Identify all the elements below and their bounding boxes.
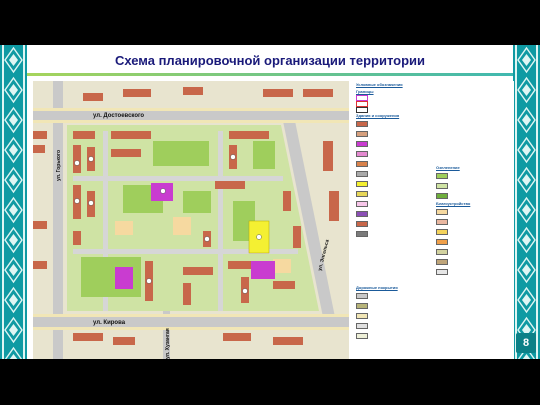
- road-dostoevsky: [33, 111, 349, 120]
- legend-greening-swatches: [436, 173, 451, 203]
- legend-section-coverings: Дорожные покрытия: [356, 285, 398, 290]
- page-number-badge: 8: [516, 333, 536, 353]
- legend-covering-swatches: [356, 293, 371, 343]
- page-title: Схема планировочной организации территор…: [114, 53, 426, 68]
- legend-section-improvement: Благоустройство: [436, 201, 471, 206]
- legend-building-swatches: [356, 121, 371, 241]
- site-plan-map: ул. Достоевского ул. Кирова ул. Горького…: [33, 81, 349, 359]
- street-label-kirova: ул. Кирова: [93, 320, 126, 326]
- legend-section-borders: Границы: [356, 89, 374, 94]
- legend-section-buildings: Здания и сооружения: [356, 113, 400, 118]
- street-label-gorky: ул. Горького: [56, 150, 62, 181]
- map-legend: Условные обозначения Границы Здания и со…: [354, 81, 514, 359]
- right-ornament-border: [513, 45, 540, 359]
- street-label-khuzangaya: ул. Хузангая: [165, 328, 171, 359]
- title-underline: [27, 73, 513, 76]
- legend-improvement-swatches: [436, 209, 451, 279]
- slide: Схема планировочной организации территор…: [0, 45, 540, 359]
- street-label-dostoevsky: ул. Достоевского: [93, 113, 144, 119]
- left-ornament-border: [0, 45, 27, 359]
- legend-heading: Условные обозначения: [356, 82, 403, 87]
- road-kirova: [33, 317, 349, 327]
- legend-section-greening: Озеленение: [436, 165, 460, 170]
